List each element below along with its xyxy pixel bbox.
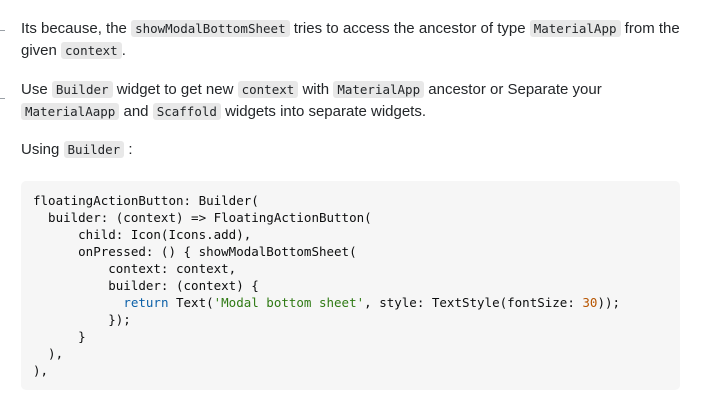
code-string-literal: 'Modal bottom sheet' bbox=[213, 295, 365, 310]
code-line-4: onPressed: () { showModalBottomSheet( bbox=[33, 244, 357, 259]
inline-code-showmodalbottomsheet: showModalBottomSheet bbox=[131, 20, 290, 37]
paragraph-explanation: Its because, the showModalBottomSheet tr… bbox=[21, 18, 681, 62]
code-text: Text( bbox=[168, 295, 214, 310]
inline-code-builder: Builder bbox=[51, 81, 113, 98]
code-line-1: floatingActionButton: Builder( bbox=[33, 193, 259, 208]
code-line-6: builder: (context) { bbox=[33, 278, 259, 293]
code-text: , style: TextStyle(fontSize: bbox=[364, 295, 583, 310]
text: ancestor or Separate your bbox=[424, 81, 602, 98]
code-line-5: context: context, bbox=[33, 261, 237, 276]
inline-code-builder: Builder bbox=[63, 141, 125, 158]
text: and bbox=[119, 103, 153, 120]
text: : bbox=[124, 141, 133, 158]
code-text: )); bbox=[597, 295, 621, 310]
code-line-7: return Text('Modal bottom sheet', style:… bbox=[33, 294, 668, 311]
code-line-11: ), bbox=[33, 363, 49, 378]
inline-code-context: context bbox=[237, 81, 299, 98]
code-line-8: }); bbox=[33, 312, 131, 327]
inline-code-materialaapp: MaterialAapp bbox=[21, 103, 120, 120]
gutter-mark-1 bbox=[0, 30, 5, 31]
paragraph-using-builder: Using Builder : bbox=[21, 139, 681, 161]
text: with bbox=[298, 81, 334, 98]
code-line-9: } bbox=[33, 329, 86, 344]
code-line-3: child: Icon(Icons.add), bbox=[33, 227, 252, 242]
code-number-literal: 30 bbox=[582, 295, 598, 310]
answer-body: Its because, the showModalBottomSheet tr… bbox=[21, 18, 681, 177]
inline-code-materialapp: MaterialApp bbox=[333, 81, 425, 98]
text: widget to get new bbox=[112, 81, 238, 98]
gutter-mark-2 bbox=[0, 98, 5, 99]
text: Use bbox=[21, 81, 52, 98]
inline-code-materialapp: MaterialApp bbox=[529, 20, 621, 37]
paragraph-solution: Use Builder widget to get new context wi… bbox=[21, 79, 681, 123]
code-line-10: ), bbox=[33, 346, 64, 361]
code-block: floatingActionButton: Builder( builder: … bbox=[21, 181, 680, 390]
text: Its because, the bbox=[21, 20, 132, 37]
text: . bbox=[121, 42, 126, 59]
inline-code-scaffold: Scaffold bbox=[152, 103, 221, 120]
code-keyword-return: return bbox=[123, 295, 169, 310]
text: tries to access the ancestor of type bbox=[289, 20, 530, 37]
text: Using bbox=[21, 141, 64, 158]
inline-code-context: context bbox=[61, 42, 122, 59]
text: widgets into separate widgets. bbox=[220, 103, 427, 120]
code-line-2: builder: (context) => FloatingActionButt… bbox=[33, 210, 372, 225]
